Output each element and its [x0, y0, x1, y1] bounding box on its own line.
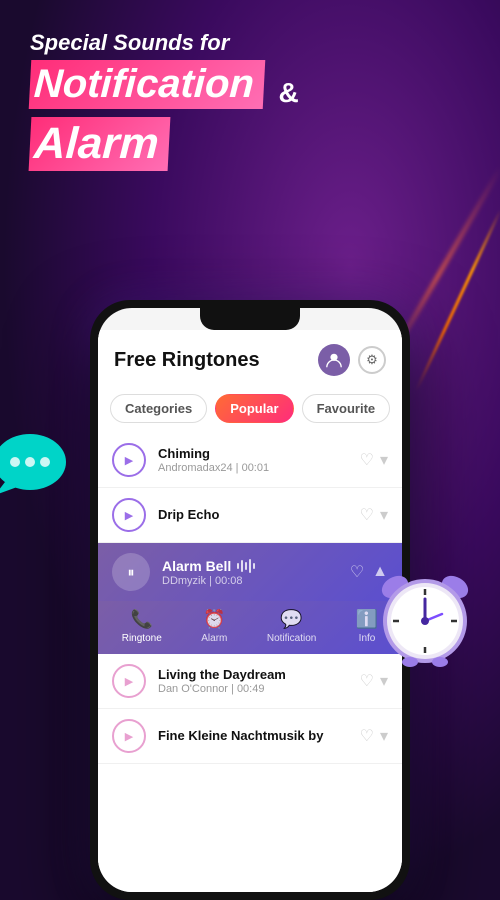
chat-bubble-decoration: [0, 430, 70, 500]
nav-item-notification[interactable]: 💬 Notification: [267, 609, 316, 644]
settings-icon[interactable]: ⚙: [358, 346, 386, 374]
tab-popular[interactable]: Popular: [215, 394, 293, 423]
song-info-chiming: Chiming Andromadax24 | 00:01: [158, 446, 348, 474]
app-header-icons: ⚙: [318, 344, 386, 376]
more-icon[interactable]: ▾: [380, 450, 388, 470]
now-playing-info: Alarm Bell DDmyzik | 00:08: [162, 558, 338, 587]
more-icon[interactable]: ▾: [380, 726, 388, 746]
tab-bar: Categories Popular Favourite: [98, 386, 402, 433]
play-button-chiming[interactable]: ▶: [112, 443, 146, 477]
bottom-navigation: 📞 Ringtone ⏰ Alarm 💬 Notification ℹ️ Inf…: [98, 601, 402, 654]
header-subtitle: Special Sounds for: [30, 30, 299, 56]
waveform-icon: [237, 559, 255, 573]
tab-categories[interactable]: Categories: [110, 394, 207, 423]
nav-label-notification: Notification: [267, 633, 316, 644]
tab-favourite[interactable]: Favourite: [302, 394, 391, 423]
song-list: ▶ Chiming Andromadax24 | 00:01 ♡ ▾ ▶ Dri…: [98, 433, 402, 892]
like-icon[interactable]: ♡: [360, 671, 374, 691]
nav-label-alarm: Alarm: [201, 633, 227, 644]
header-ampersand: &: [278, 77, 298, 108]
alarm-icon: ⏰: [203, 609, 225, 630]
song-name: Living the Daydream: [158, 667, 348, 682]
like-icon[interactable]: ♡: [360, 726, 374, 746]
phone-mockup: Free Ringtones ⚙ Categories Popular Favo…: [90, 300, 410, 900]
now-playing-bar: ⏸ Alarm Bell DDmyzik |: [98, 543, 402, 601]
header-title-notification: Notification: [29, 60, 266, 109]
more-icon[interactable]: ▾: [380, 505, 388, 525]
play-button-daydream[interactable]: ▶: [112, 664, 146, 698]
song-meta: Andromadax24 | 00:01: [158, 462, 348, 474]
phone-screen: Free Ringtones ⚙ Categories Popular Favo…: [98, 308, 402, 892]
phone-notch: [200, 308, 300, 330]
now-playing-meta: DDmyzik | 00:08: [162, 575, 338, 587]
app-header: Free Ringtones ⚙: [98, 330, 402, 386]
user-avatar[interactable]: [318, 344, 350, 376]
song-actions: ♡ ▾: [360, 726, 388, 746]
song-name: Drip Echo: [158, 507, 348, 522]
pause-button[interactable]: ⏸: [112, 553, 150, 591]
nav-item-ringtone[interactable]: 📞 Ringtone: [122, 609, 162, 644]
ringtone-icon: 📞: [131, 609, 153, 630]
nav-item-alarm[interactable]: ⏰ Alarm: [201, 609, 227, 644]
song-name: Fine Kleine Nachtmusik by: [158, 728, 348, 743]
like-icon[interactable]: ♡: [360, 505, 374, 525]
now-playing-name: Alarm Bell: [162, 558, 338, 574]
header-title-alarm: Alarm: [29, 117, 171, 171]
now-playing-title: Alarm Bell: [162, 558, 231, 574]
play-button-nachtmusik[interactable]: ▶: [112, 719, 146, 753]
song-actions: ♡ ▾: [360, 450, 388, 470]
notification-icon: 💬: [280, 609, 302, 630]
like-icon-active[interactable]: ♡: [350, 562, 364, 582]
header-section: Special Sounds for Notification & Alarm: [30, 30, 299, 171]
play-button-drip-echo[interactable]: ▶: [112, 498, 146, 532]
song-item-nachtmusik: ▶ Fine Kleine Nachtmusik by ♡ ▾: [98, 709, 402, 764]
nav-label-ringtone: Ringtone: [122, 633, 162, 644]
song-info-nachtmusik: Fine Kleine Nachtmusik by: [158, 728, 348, 744]
song-name: Chiming: [158, 446, 348, 461]
like-icon[interactable]: ♡: [360, 450, 374, 470]
song-item-chiming: ▶ Chiming Andromadax24 | 00:01 ♡ ▾: [98, 433, 402, 488]
song-actions: ♡ ▾: [360, 505, 388, 525]
app-content: Free Ringtones ⚙ Categories Popular Favo…: [98, 330, 402, 892]
more-icon[interactable]: ▾: [380, 671, 388, 691]
song-item-drip-echo: ▶ Drip Echo ♡ ▾: [98, 488, 402, 543]
song-info-daydream: Living the Daydream Dan O'Connor | 00:49: [158, 667, 348, 695]
song-item-daydream: ▶ Living the Daydream Dan O'Connor | 00:…: [98, 654, 402, 709]
song-meta: Dan O'Connor | 00:49: [158, 683, 348, 695]
song-actions: ♡ ▾: [360, 671, 388, 691]
app-title: Free Ringtones: [114, 349, 260, 372]
clock-decoration: [370, 559, 480, 669]
song-info-drip-echo: Drip Echo: [158, 507, 348, 523]
